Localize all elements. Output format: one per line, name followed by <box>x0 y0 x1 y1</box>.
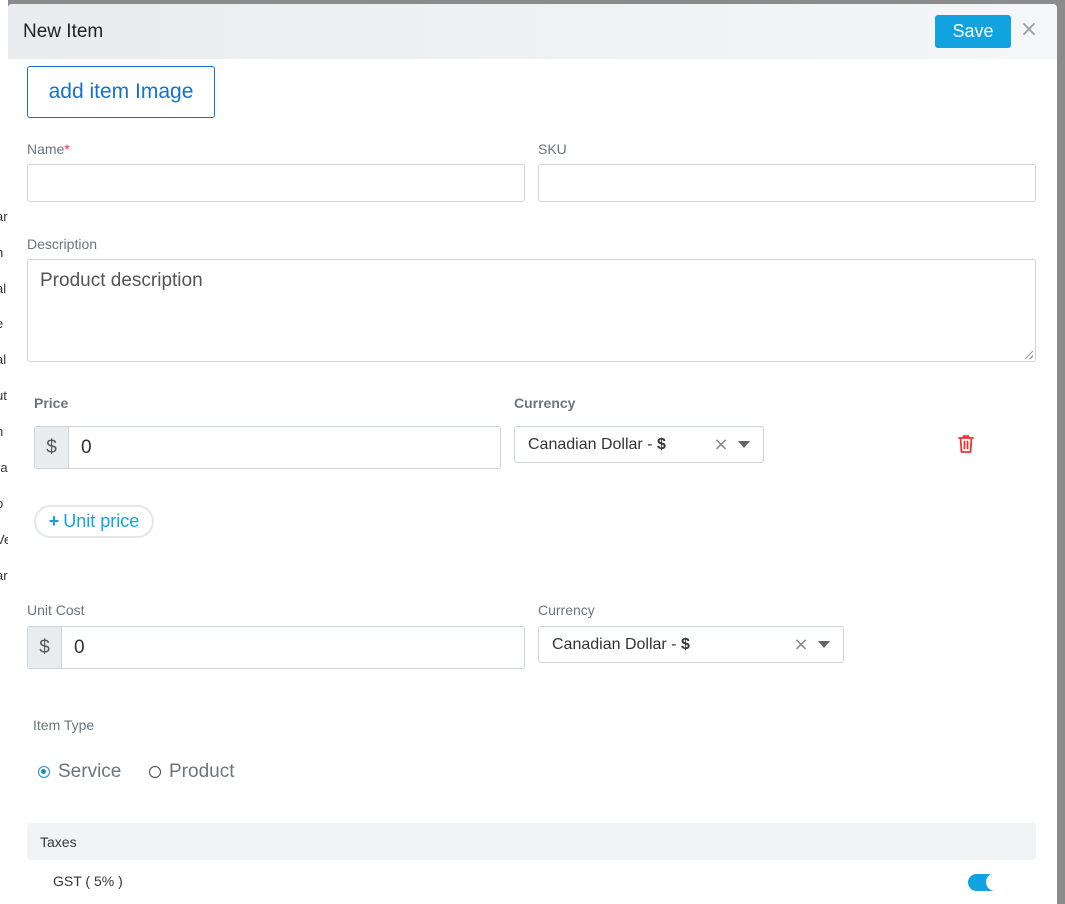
taxes-title: Taxes <box>40 834 77 850</box>
item-type-product-option[interactable]: Product <box>149 761 234 783</box>
unit-cost-currency-addon: $ <box>28 627 62 668</box>
description-textarea[interactable]: Product description <box>27 259 1036 362</box>
item-type-service-option[interactable]: Service <box>38 761 121 783</box>
price-label: Price <box>34 395 69 411</box>
tax-toggle[interactable] <box>968 873 1004 891</box>
new-item-modal: New Item Save × add item Image Name* SKU… <box>8 4 1057 904</box>
close-icon[interactable]: × <box>1018 18 1040 42</box>
price-currency-addon: $ <box>35 427 69 468</box>
description-label: Description <box>27 236 98 252</box>
save-button[interactable]: Save <box>935 15 1011 48</box>
trash-icon[interactable] <box>957 434 975 454</box>
item-type-label: Item Type <box>33 717 95 733</box>
sku-label: SKU <box>538 141 567 157</box>
chevron-down-icon[interactable] <box>818 641 830 648</box>
required-marker: * <box>64 141 70 157</box>
chevron-down-icon[interactable] <box>738 441 750 448</box>
name-input[interactable] <box>27 164 525 202</box>
unit-cost-currency-value: Canadian Dollar - $ <box>552 635 690 653</box>
service-label: Service <box>58 761 122 782</box>
unit-cost-input[interactable]: 0 <box>62 627 524 668</box>
price-currency-value: Canadian Dollar - $ <box>528 435 666 453</box>
clear-icon[interactable]: × <box>790 634 812 655</box>
unit-cost-currency-label: Currency <box>538 602 595 618</box>
modal-header: New Item Save × <box>8 4 1057 59</box>
modal-title: New Item <box>23 21 104 42</box>
name-label: Name* <box>27 141 70 157</box>
unit-price-label: Unit price <box>63 511 140 531</box>
resize-grip-icon[interactable] <box>1025 351 1033 359</box>
clear-icon[interactable]: × <box>710 434 732 455</box>
add-item-image-button[interactable]: add item Image <box>27 66 215 118</box>
radio-unchecked-icon[interactable] <box>149 766 161 778</box>
plus-icon: + <box>48 511 60 531</box>
sku-input[interactable] <box>538 164 1036 202</box>
price-input-group: $ 0 <box>34 426 501 469</box>
description-placeholder: Product description <box>40 270 203 291</box>
taxes-section-header: Taxes <box>27 823 1036 860</box>
price-currency-label: Currency <box>514 395 576 411</box>
price-input[interactable]: 0 <box>69 427 500 468</box>
price-currency-select[interactable]: Canadian Dollar - $ × <box>514 426 764 463</box>
unit-cost-label: Unit Cost <box>27 602 85 618</box>
background-page-strip: arnal ealut nrao Vear <box>0 0 8 904</box>
unit-cost-input-group: $ 0 <box>27 626 525 669</box>
product-label: Product <box>169 761 235 782</box>
add-unit-price-button[interactable]: + Unit price <box>34 505 154 538</box>
unit-cost-currency-select[interactable]: Canadian Dollar - $ × <box>538 626 844 663</box>
tax-item-name: GST ( 5% ) <box>53 873 123 889</box>
radio-checked-icon[interactable] <box>38 766 50 778</box>
